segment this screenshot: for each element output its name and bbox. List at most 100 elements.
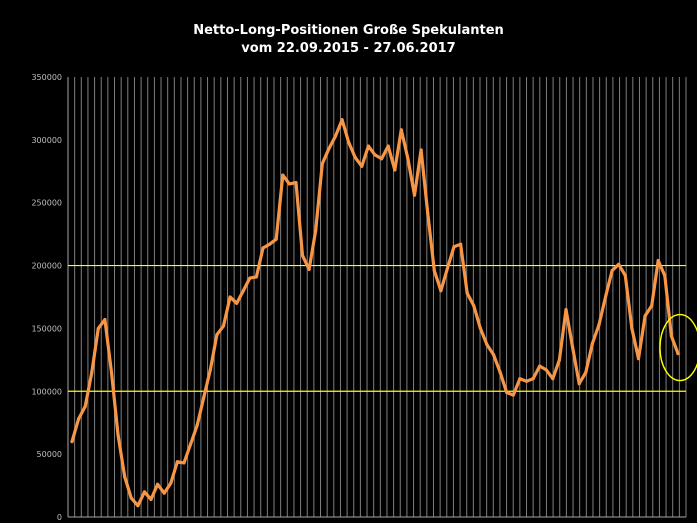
data-point bbox=[505, 390, 509, 395]
y-tick-label: 0 bbox=[57, 513, 62, 522]
data-point bbox=[426, 211, 430, 215]
data-point bbox=[307, 267, 311, 271]
y-tick-label: 200000 bbox=[31, 262, 62, 271]
data-point bbox=[412, 193, 417, 197]
data-point bbox=[228, 295, 232, 299]
data-point bbox=[320, 162, 324, 166]
data-point bbox=[465, 291, 469, 295]
data-point bbox=[129, 496, 133, 500]
data-point bbox=[557, 358, 562, 362]
data-point bbox=[656, 258, 660, 263]
data-point bbox=[208, 368, 212, 372]
data-point bbox=[459, 242, 463, 246]
data-point bbox=[663, 274, 667, 278]
data-point bbox=[551, 377, 555, 381]
y-tick-label: 150000 bbox=[31, 324, 62, 333]
data-point bbox=[419, 148, 423, 152]
highlight-ellipse bbox=[659, 313, 697, 382]
data-point bbox=[96, 326, 100, 331]
data-point bbox=[202, 395, 206, 400]
data-point bbox=[432, 269, 436, 273]
data-point bbox=[603, 295, 608, 299]
data-point bbox=[452, 245, 456, 249]
data-point bbox=[445, 266, 450, 270]
data-point bbox=[215, 333, 219, 337]
data-point bbox=[439, 289, 443, 293]
data-point bbox=[544, 368, 548, 372]
y-tick-label: 100000 bbox=[31, 387, 62, 396]
data-point bbox=[347, 140, 351, 144]
data-point bbox=[472, 304, 476, 308]
data-point bbox=[156, 482, 160, 486]
data-point bbox=[538, 364, 542, 368]
data-point bbox=[617, 262, 621, 266]
data-point bbox=[577, 382, 581, 386]
data-point bbox=[340, 118, 344, 122]
data-point bbox=[406, 157, 410, 161]
data-point bbox=[314, 228, 318, 232]
data-point bbox=[650, 304, 654, 308]
data-point bbox=[90, 370, 94, 375]
data-point bbox=[149, 497, 153, 501]
data-point bbox=[597, 323, 601, 327]
data-point bbox=[248, 276, 252, 280]
line-chart: 350000 300000 250000 200000 150000 100000 5000… bbox=[31, 73, 697, 522]
data-point bbox=[109, 370, 114, 375]
data-point bbox=[485, 343, 489, 347]
data-point bbox=[274, 237, 278, 241]
data-point bbox=[373, 153, 377, 157]
data-point bbox=[590, 341, 594, 346]
series-line bbox=[70, 118, 680, 508]
data-point bbox=[221, 324, 226, 328]
data-point bbox=[241, 289, 245, 293]
data-point bbox=[676, 351, 680, 356]
y-tick-label: 250000 bbox=[31, 199, 62, 208]
data-point bbox=[571, 345, 575, 349]
data-point bbox=[175, 460, 179, 464]
data-point bbox=[169, 481, 173, 485]
data-point bbox=[254, 275, 259, 279]
data-point bbox=[360, 164, 364, 168]
data-point bbox=[623, 274, 627, 278]
data-point bbox=[366, 144, 371, 148]
data-point bbox=[386, 144, 390, 148]
data-point bbox=[524, 379, 529, 383]
chart-frame: Netto-Long-Positionen Große Spekulanten … bbox=[0, 0, 697, 523]
data-point bbox=[511, 393, 515, 397]
data-point bbox=[478, 326, 482, 331]
data-point bbox=[142, 490, 147, 494]
data-point bbox=[116, 433, 120, 437]
data-point bbox=[103, 318, 107, 322]
data-point bbox=[188, 442, 193, 446]
data-point bbox=[287, 182, 291, 186]
data-point bbox=[636, 357, 641, 361]
data-point bbox=[630, 326, 634, 331]
data-point bbox=[76, 417, 81, 421]
data-point bbox=[353, 155, 357, 160]
data-point bbox=[136, 504, 140, 508]
data-point bbox=[235, 301, 239, 305]
data-point bbox=[518, 377, 522, 381]
data-point bbox=[261, 246, 265, 250]
data-point bbox=[564, 307, 568, 312]
data-point bbox=[123, 475, 127, 479]
data-point bbox=[162, 491, 166, 495]
data-point bbox=[195, 423, 199, 427]
data-point bbox=[531, 377, 535, 381]
data-point bbox=[610, 269, 614, 273]
data-point bbox=[669, 334, 674, 338]
data-point bbox=[294, 181, 298, 185]
data-point bbox=[327, 147, 331, 151]
data-point bbox=[268, 242, 272, 246]
data-point bbox=[393, 168, 397, 172]
data-point bbox=[83, 404, 87, 408]
data-point bbox=[333, 134, 338, 138]
data-point bbox=[498, 370, 502, 375]
data-point bbox=[70, 439, 74, 444]
y-tick-label: 300000 bbox=[31, 136, 62, 145]
data-point bbox=[379, 157, 384, 161]
data-point bbox=[643, 314, 647, 318]
data-point bbox=[399, 128, 403, 132]
y-tick-label: 50000 bbox=[37, 450, 62, 459]
data-point bbox=[182, 461, 186, 465]
